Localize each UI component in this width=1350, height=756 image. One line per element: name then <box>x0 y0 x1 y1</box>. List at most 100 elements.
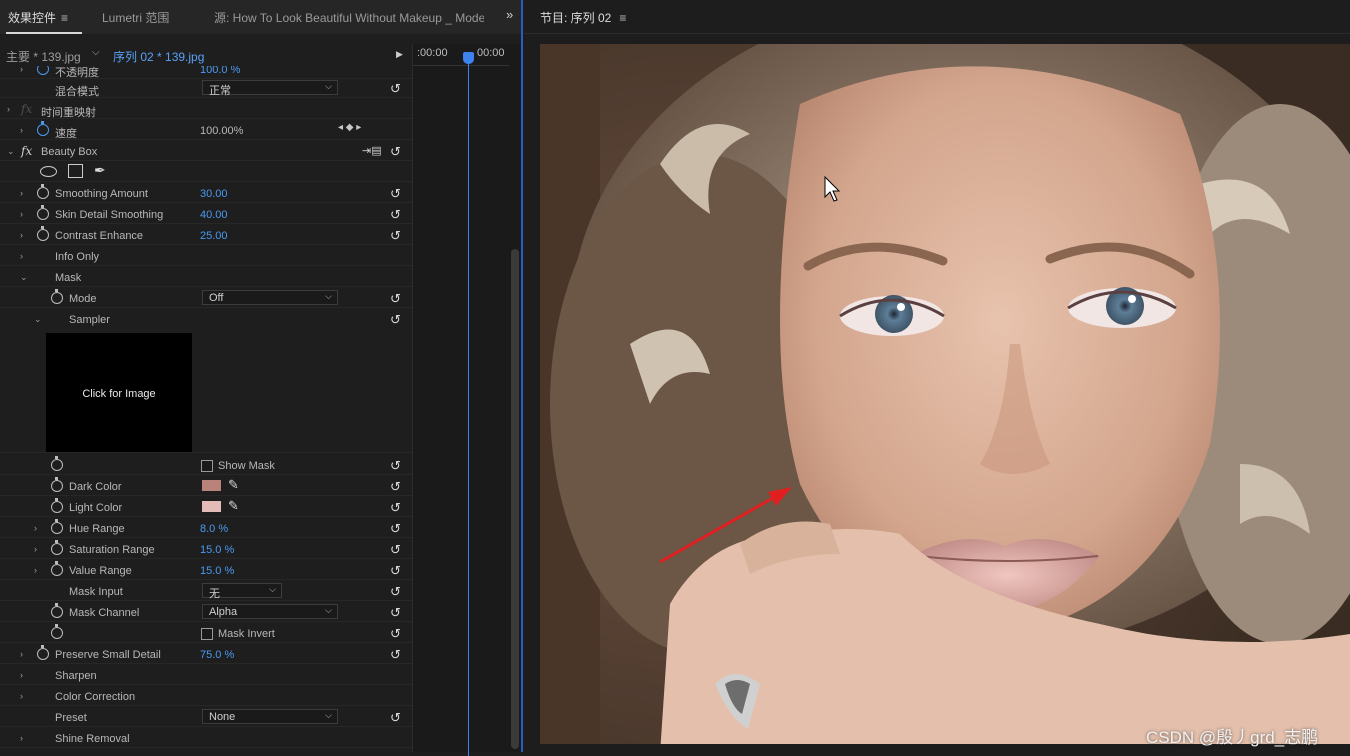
tabs-overflow-icon[interactable]: » <box>506 7 513 22</box>
reset-icon[interactable]: ↺ <box>390 647 401 663</box>
sampler-image-button[interactable]: Click for Image <box>46 333 192 452</box>
stopwatch-icon[interactable] <box>51 498 63 513</box>
blend-mode-dropdown[interactable]: 正常 ⌵ <box>202 80 338 97</box>
stopwatch-icon[interactable] <box>51 477 63 492</box>
chevron-down-icon[interactable]: ⌄ <box>34 314 42 325</box>
panel-menu-icon[interactable]: ≡ <box>619 11 626 25</box>
stopwatch-icon[interactable] <box>37 205 49 220</box>
reset-icon[interactable]: ↺ <box>390 521 401 537</box>
reset-icon[interactable]: ↺ <box>390 500 401 516</box>
chevron-right-icon[interactable]: › <box>34 523 37 533</box>
stopwatch-icon[interactable] <box>51 624 63 639</box>
eyedropper-icon[interactable]: ✎ <box>228 477 239 493</box>
chevron-down-icon[interactable]: ⌄ <box>7 146 15 157</box>
chevron-right-icon[interactable]: › <box>20 209 23 219</box>
stopwatch-icon[interactable] <box>51 289 63 304</box>
value-range-label: Value Range <box>69 565 132 577</box>
sampler-label: Sampler <box>69 314 110 326</box>
mode-dropdown[interactable]: Off ⌵ <box>202 290 338 305</box>
reset-icon[interactable]: ↺ <box>390 186 401 202</box>
reset-icon[interactable]: ↺ <box>390 458 401 474</box>
chevron-down-icon: ⌵ <box>325 605 332 615</box>
playhead-handle[interactable] <box>463 52 474 64</box>
keyframe-navigator[interactable]: ◂ ◆ ▸ <box>338 122 361 133</box>
reset-icon[interactable]: ↺ <box>390 479 401 495</box>
play-icon[interactable]: ▶ <box>396 49 403 60</box>
show-mask-checkbox[interactable] <box>201 460 213 472</box>
opacity-value[interactable]: 100.0 % <box>200 66 240 76</box>
skin-detail-value[interactable]: 40.00 <box>200 209 228 221</box>
chevron-right-icon[interactable]: › <box>20 649 23 659</box>
stopwatch-icon[interactable] <box>37 645 49 660</box>
reset-icon[interactable]: ↺ <box>390 542 401 558</box>
vertical-scrollbar[interactable] <box>509 44 521 752</box>
stopwatch-icon[interactable] <box>37 66 49 75</box>
eyedropper-icon[interactable]: ✎ <box>228 498 239 514</box>
fx-badge-icon[interactable]: fx <box>21 144 32 158</box>
speed-value[interactable]: 100.00% <box>200 125 243 137</box>
chevron-right-icon[interactable]: › <box>20 66 23 74</box>
reset-icon[interactable]: ↺ <box>390 228 401 244</box>
reset-icon[interactable]: ↺ <box>390 605 401 621</box>
tab-lumetri-scopes[interactable]: Lumetri 范围 <box>102 9 169 26</box>
mini-timeline[interactable]: :00:00 00:00 <box>412 44 510 756</box>
stopwatch-icon[interactable] <box>51 540 63 555</box>
time-ruler[interactable]: :00:00 00:00 <box>413 44 510 66</box>
dark-color-swatch[interactable] <box>202 480 221 491</box>
reset-icon[interactable]: ↺ <box>390 626 401 642</box>
scrollbar-thumb[interactable] <box>511 249 519 749</box>
hue-range-value[interactable]: 8.0 % <box>200 523 228 535</box>
fx-badge-icon[interactable]: fx <box>21 102 32 116</box>
stopwatch-icon[interactable] <box>51 603 63 618</box>
mask-input-dropdown[interactable]: 无 ⌵ <box>202 583 282 600</box>
stopwatch-icon[interactable] <box>37 184 49 199</box>
chevron-right-icon[interactable]: › <box>20 670 23 680</box>
reset-icon[interactable]: ↺ <box>390 312 401 328</box>
mask-invert-checkbox[interactable] <box>201 628 213 640</box>
chevron-right-icon[interactable]: › <box>34 544 37 554</box>
chevron-right-icon[interactable]: › <box>34 565 37 575</box>
chevron-right-icon[interactable]: › <box>20 251 23 261</box>
value-range-value[interactable]: 15.0 % <box>200 565 234 577</box>
preset-dropdown[interactable]: None ⌵ <box>202 709 338 724</box>
panel-menu-icon[interactable]: ≡ <box>61 11 68 25</box>
pen-mask-icon[interactable]: ✒ <box>94 162 106 179</box>
sequence-clip-label[interactable]: 序列 02 * 139.jpg <box>113 48 204 65</box>
chevron-right-icon[interactable]: › <box>20 691 23 701</box>
chevron-right-icon[interactable]: › <box>20 188 23 198</box>
contrast-value[interactable]: 25.00 <box>200 230 228 242</box>
effect-menu-icon[interactable]: ⇥▤ <box>362 144 382 157</box>
chevron-right-icon[interactable]: › <box>7 104 10 114</box>
reset-icon[interactable]: ↺ <box>390 291 401 307</box>
mask-channel-dropdown[interactable]: Alpha ⌵ <box>202 604 338 619</box>
chevron-right-icon[interactable]: › <box>20 230 23 240</box>
reset-icon[interactable]: ↺ <box>390 144 401 160</box>
reset-icon[interactable]: ↺ <box>390 81 401 97</box>
property-row-blend-mode: 混合模式 正常 ⌵ ↺ <box>0 77 412 98</box>
master-clip-label[interactable]: 主要 * 139.jpg <box>6 48 81 65</box>
reset-icon[interactable]: ↺ <box>390 710 401 726</box>
preserve-label: Preserve Small Detail <box>55 649 161 661</box>
stopwatch-icon[interactable] <box>37 121 49 136</box>
rectangle-mask-icon[interactable] <box>68 164 83 178</box>
chevron-down-icon[interactable]: ⌵ <box>92 47 100 58</box>
chevron-down-icon[interactable]: ⌄ <box>20 272 28 283</box>
tab-source[interactable]: 源: How To Look Beautiful Without Makeup … <box>214 9 484 26</box>
saturation-range-value[interactable]: 15.0 % <box>200 544 234 556</box>
reset-icon[interactable]: ↺ <box>390 584 401 600</box>
preserve-value[interactable]: 75.0 % <box>200 649 234 661</box>
chevron-right-icon[interactable]: › <box>20 733 23 743</box>
reset-icon[interactable]: ↺ <box>390 207 401 223</box>
ellipse-mask-icon[interactable] <box>40 166 57 177</box>
smoothing-amount-value[interactable]: 30.00 <box>200 188 228 200</box>
stopwatch-icon[interactable] <box>37 226 49 241</box>
tab-effect-controls[interactable]: 效果控件 ≡ <box>8 9 68 26</box>
program-monitor-tab[interactable]: 节目: 序列 02 ≡ <box>540 9 626 26</box>
program-video-frame[interactable] <box>540 44 1350 744</box>
light-color-swatch[interactable] <box>202 501 221 512</box>
stopwatch-icon[interactable] <box>51 519 63 534</box>
reset-icon[interactable]: ↺ <box>390 563 401 579</box>
stopwatch-icon[interactable] <box>51 456 63 471</box>
chevron-right-icon[interactable]: › <box>20 125 23 135</box>
stopwatch-icon[interactable] <box>51 561 63 576</box>
